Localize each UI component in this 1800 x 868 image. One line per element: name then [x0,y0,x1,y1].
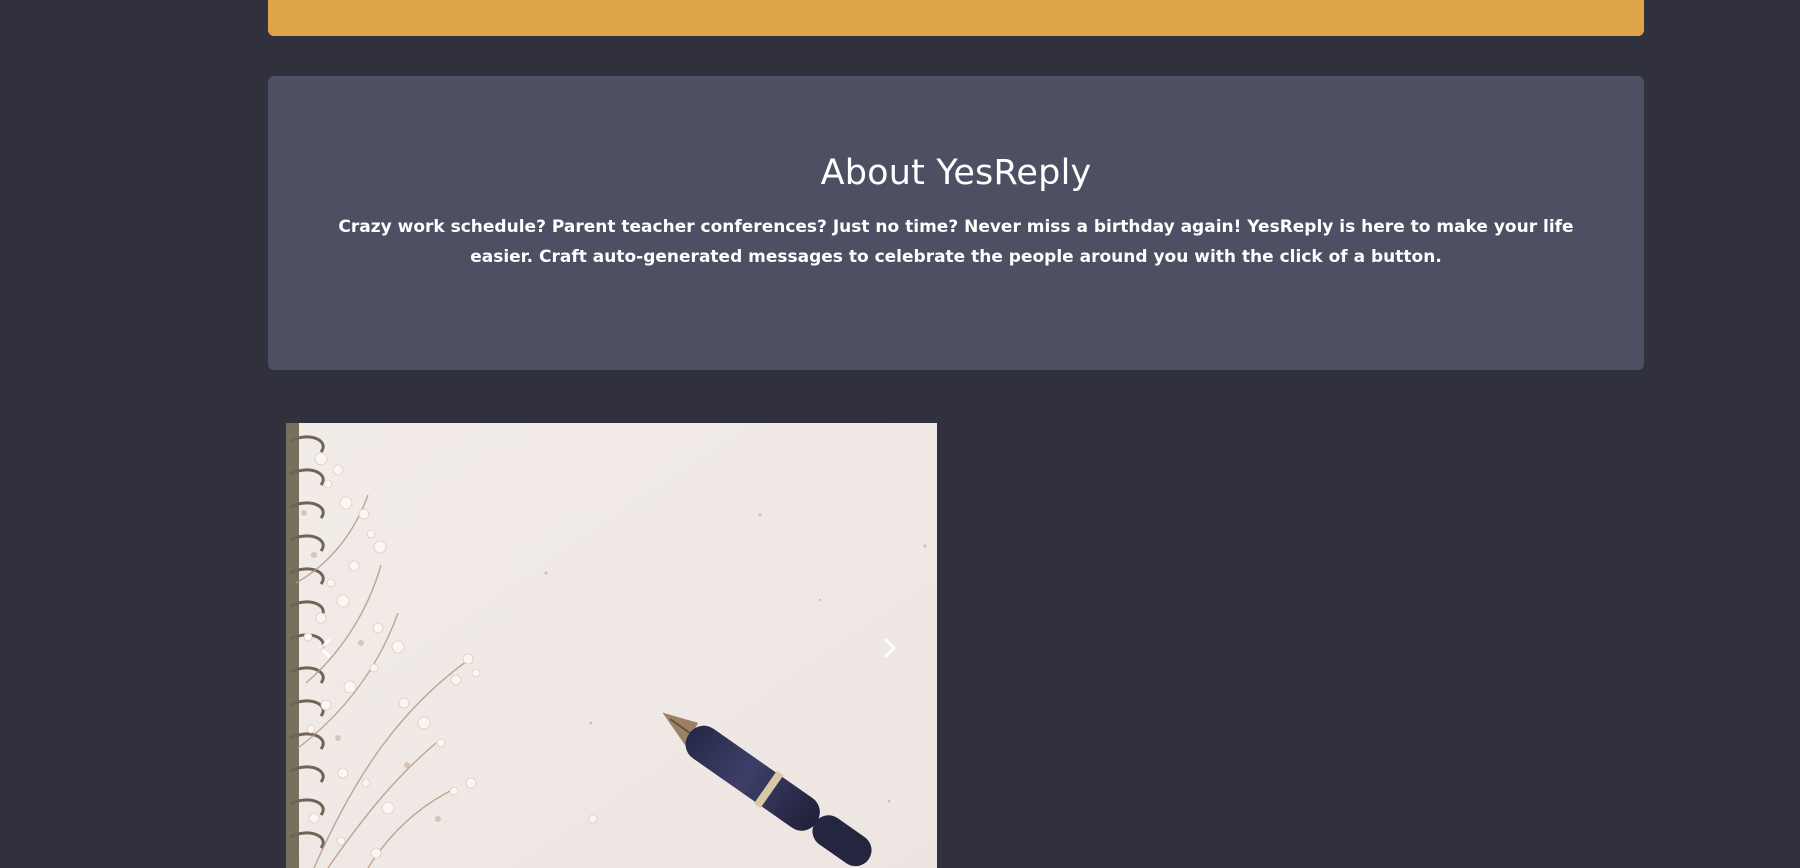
image-carousel[interactable] [286,423,937,868]
about-title: About YesReply [820,153,1092,193]
carousel-next-button[interactable] [869,628,909,668]
chevron-right-icon [884,638,896,658]
about-description: Crazy work schedule? Parent teacher conf… [338,217,1574,267]
notebook-pen-flowers-image [286,423,937,868]
chevron-left-icon [319,638,331,658]
top-banner [268,0,1644,36]
about-section: About YesReply Crazy work schedule? Pare… [268,76,1644,370]
carousel-prev-button[interactable] [306,628,346,668]
page: About YesReply Crazy work schedule? Pare… [0,0,1800,868]
